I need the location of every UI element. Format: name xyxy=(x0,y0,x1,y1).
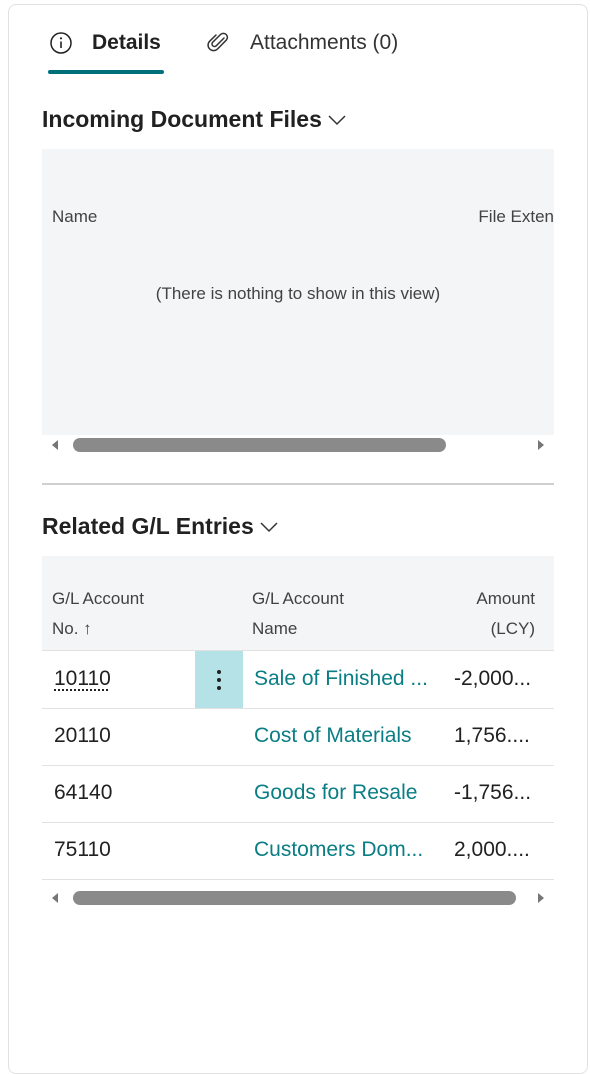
tab-attachments-label: Attachments (0) xyxy=(250,31,399,54)
scroll-right-arrow-icon[interactable] xyxy=(538,440,544,450)
table-row[interactable]: 10110 Sale of Finished ... -2,000... xyxy=(42,651,554,709)
column-header-line: Name xyxy=(252,619,298,638)
chevron-down-icon xyxy=(326,113,348,127)
table-row[interactable]: 20110 Cost of Materials 1,756.... xyxy=(42,708,554,766)
amount-lcy: -1,756... xyxy=(454,781,532,804)
amount-lcy: 2,000.... xyxy=(454,838,530,861)
gl-account-name-link[interactable]: Cost of Materials xyxy=(254,724,412,748)
column-header-line: No. ↑ xyxy=(52,619,92,638)
column-header-gl-account-name[interactable]: G/L Account Name xyxy=(252,584,344,644)
amount-lcy: -2,000... xyxy=(454,667,532,690)
gl-horizontal-scrollbar[interactable] xyxy=(42,887,554,909)
paperclip-icon xyxy=(206,30,232,56)
gl-account-no: 64140 xyxy=(54,781,113,804)
gl-account-no: 75110 xyxy=(54,838,111,861)
active-tab-indicator xyxy=(48,70,164,74)
gl-entries-table-header: G/L Account No. ↑ G/L Account Name Amoun… xyxy=(42,556,554,651)
info-icon xyxy=(48,30,74,56)
gl-entries-title: Related G/L Entries xyxy=(42,513,254,539)
chevron-down-icon xyxy=(258,520,280,534)
scrollbar-thumb[interactable] xyxy=(73,891,516,905)
incoming-files-header[interactable]: Incoming Document Files xyxy=(42,106,348,133)
tab-attachments[interactable]: Attachments (0) xyxy=(206,28,398,58)
row-actions-button[interactable] xyxy=(195,651,243,708)
scrollbar-thumb[interactable] xyxy=(73,438,446,452)
section-divider xyxy=(42,483,554,485)
table-row[interactable]: 75110 Customers Dom... 2,000.... xyxy=(42,822,554,880)
column-header-line: G/L Account xyxy=(252,589,344,608)
more-vertical-icon xyxy=(217,669,221,690)
column-header-line: Amount xyxy=(476,589,535,608)
empty-state-text: (There is nothing to show in this view) xyxy=(155,284,441,303)
column-header-line: (LCY) xyxy=(490,619,535,638)
scroll-left-arrow-icon[interactable] xyxy=(52,440,58,450)
column-header-line: G/L Account xyxy=(52,589,144,608)
table-row[interactable]: 64140 Goods for Resale -1,756... xyxy=(42,765,554,823)
gl-account-name-link[interactable]: Goods for Resale xyxy=(254,781,417,805)
gl-account-no: 20110 xyxy=(54,724,111,747)
gl-entries-header[interactable]: Related G/L Entries xyxy=(42,513,280,540)
column-header-file-extension[interactable]: File Exten xyxy=(478,207,554,227)
scroll-right-arrow-icon[interactable] xyxy=(538,893,544,903)
scroll-left-arrow-icon[interactable] xyxy=(52,893,58,903)
incoming-files-title: Incoming Document Files xyxy=(42,106,322,132)
gl-account-name-link[interactable]: Customers Dom... xyxy=(254,838,423,862)
gl-account-name-link[interactable]: Sale of Finished ... xyxy=(254,667,428,691)
tab-bar: Details Attachments (0) xyxy=(48,28,568,78)
column-header-gl-account-no[interactable]: G/L Account No. ↑ xyxy=(52,584,144,644)
amount-lcy: 1,756.... xyxy=(454,724,530,747)
tab-details[interactable]: Details xyxy=(48,28,161,58)
gl-account-no: 10110 xyxy=(54,667,111,690)
column-header-amount-lcy[interactable]: Amount (LCY) xyxy=(476,584,535,644)
tab-details-label: Details xyxy=(92,31,161,54)
incoming-horizontal-scrollbar[interactable] xyxy=(42,434,554,456)
incoming-files-table: Name File Exten (There is nothing to sho… xyxy=(42,149,554,435)
column-header-name[interactable]: Name xyxy=(52,207,97,227)
